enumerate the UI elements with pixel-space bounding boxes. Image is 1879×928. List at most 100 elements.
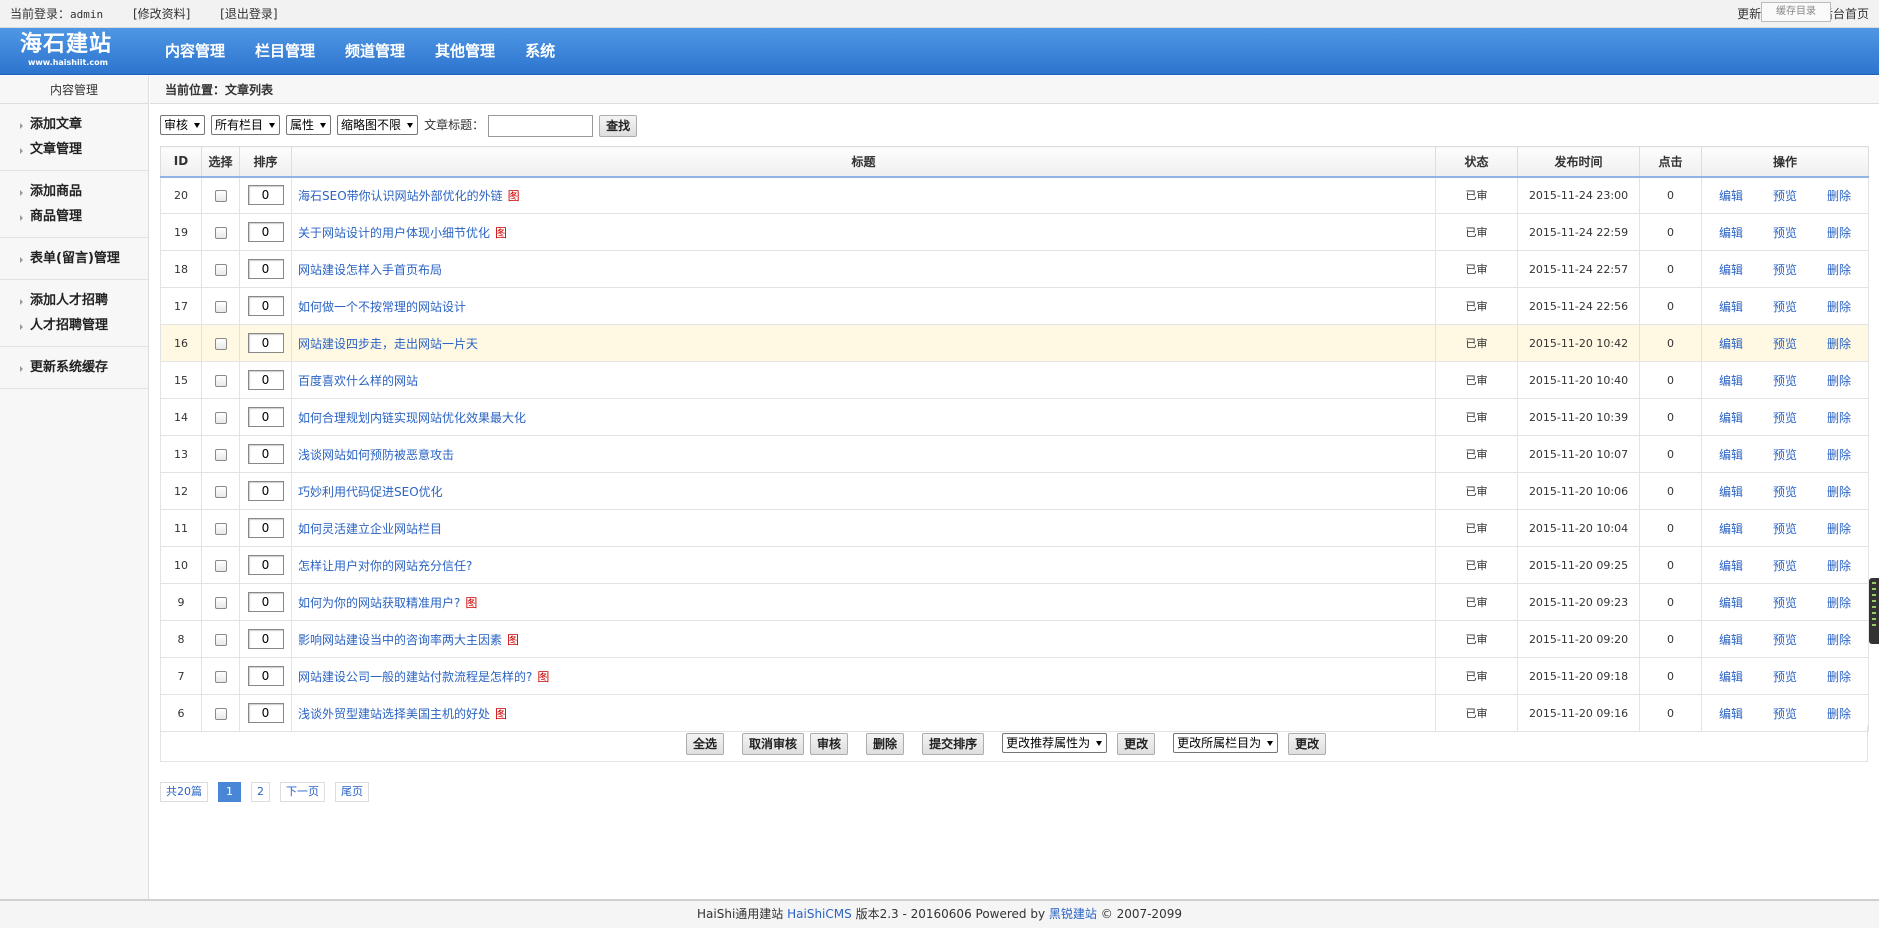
row-preview-link[interactable]: 预览 [1773, 448, 1797, 462]
row-delete-link[interactable]: 删除 [1827, 596, 1851, 610]
next-page[interactable]: 下一页 [280, 782, 325, 802]
row-preview-link[interactable]: 预览 [1773, 596, 1797, 610]
row-delete-link[interactable]: 删除 [1827, 189, 1851, 203]
row-delete-link[interactable]: 删除 [1827, 300, 1851, 314]
row-sort-input[interactable]: 0 [247, 185, 284, 206]
row-preview-link[interactable]: 预览 [1773, 559, 1797, 573]
audit-select[interactable]: 审核 [160, 115, 206, 135]
row-delete-link[interactable]: 删除 [1827, 633, 1851, 647]
row-checkbox[interactable] [214, 707, 227, 720]
row-sort-input[interactable]: 0 [247, 333, 284, 353]
row-preview-link[interactable]: 预览 [1773, 411, 1797, 425]
row-preview-link[interactable]: 预览 [1773, 633, 1797, 647]
row-sort-input[interactable]: 0 [247, 703, 284, 723]
row-delete-link[interactable]: 删除 [1827, 485, 1851, 499]
title-search-input[interactable] [488, 115, 594, 137]
row-preview-link[interactable]: 预览 [1773, 263, 1797, 277]
row-checkbox[interactable] [214, 337, 227, 350]
row-edit-link[interactable]: 编辑 [1719, 448, 1743, 462]
row-preview-link[interactable]: 预览 [1773, 226, 1797, 240]
select-all-button[interactable]: 全选 [686, 733, 725, 755]
row-delete-link[interactable]: 删除 [1827, 226, 1851, 240]
row-sort-input[interactable]: 0 [247, 592, 284, 612]
row-delete-link[interactable]: 删除 [1827, 263, 1851, 277]
sidebar-item-job-manage[interactable]: 人才招聘管理 [20, 313, 148, 338]
row-delete-link[interactable]: 删除 [1827, 522, 1851, 536]
row-delete-link[interactable]: 删除 [1827, 337, 1851, 351]
row-sort-input[interactable]: 0 [247, 259, 284, 279]
sidebar-item-article-manage[interactable]: 文章管理 [20, 137, 148, 162]
row-title-link[interactable]: 浅谈网站如何预防被恶意攻击 [298, 448, 454, 462]
row-checkbox[interactable] [214, 189, 227, 202]
row-edit-link[interactable]: 编辑 [1719, 670, 1743, 684]
row-title-link[interactable]: 关于网站设计的用户体现小细节优化 [298, 226, 490, 240]
row-checkbox[interactable] [214, 522, 227, 535]
row-sort-input[interactable]: 0 [247, 222, 284, 242]
row-title-link[interactable]: 百度喜欢什么样的网站 [298, 374, 418, 388]
row-preview-link[interactable]: 预览 [1773, 522, 1797, 536]
sidebar-item-product-manage[interactable]: 商品管理 [20, 204, 148, 229]
row-checkbox[interactable] [214, 559, 227, 572]
row-edit-link[interactable]: 编辑 [1719, 633, 1743, 647]
last-page[interactable]: 尾页 [335, 782, 369, 802]
row-title-link[interactable]: 网站建设四步走，走出网站一片天 [298, 337, 478, 351]
row-checkbox[interactable] [214, 633, 227, 646]
column-select[interactable]: 所有栏目 [211, 115, 281, 135]
row-edit-link[interactable]: 编辑 [1719, 559, 1743, 573]
logout-link[interactable]: [退出登录] [220, 7, 277, 21]
row-sort-input[interactable]: 0 [247, 296, 284, 316]
row-delete-link[interactable]: 删除 [1827, 411, 1851, 425]
row-edit-link[interactable]: 编辑 [1719, 300, 1743, 314]
row-preview-link[interactable]: 预览 [1773, 670, 1797, 684]
side-scroll-handle[interactable] [1869, 578, 1879, 644]
row-checkbox[interactable] [214, 448, 227, 461]
row-title-link[interactable]: 怎样让用户对你的网站充分信任? [298, 559, 472, 573]
row-sort-input[interactable]: 0 [247, 629, 284, 649]
row-checkbox[interactable] [214, 226, 227, 239]
change-recommend-button[interactable]: 更改 [1117, 733, 1156, 755]
nav-channels[interactable]: 频道管理 [345, 28, 405, 75]
row-sort-input[interactable]: 0 [247, 444, 284, 464]
row-checkbox[interactable] [214, 596, 227, 609]
search-button[interactable]: 查找 [599, 115, 638, 137]
row-preview-link[interactable]: 预览 [1773, 337, 1797, 351]
row-sort-input[interactable]: 0 [247, 518, 284, 538]
nav-columns[interactable]: 栏目管理 [255, 28, 315, 75]
row-edit-link[interactable]: 编辑 [1719, 485, 1743, 499]
edit-profile-link[interactable]: [修改资料] [133, 7, 190, 21]
change-column-select[interactable]: 更改所属栏目为 [1173, 733, 1279, 753]
change-column-button[interactable]: 更改 [1288, 733, 1327, 755]
row-checkbox[interactable] [214, 670, 227, 683]
row-delete-link[interactable]: 删除 [1827, 707, 1851, 721]
row-title-link[interactable]: 巧妙利用代码促进SEO优化 [298, 485, 443, 499]
row-delete-link[interactable]: 删除 [1827, 670, 1851, 684]
row-delete-link[interactable]: 删除 [1827, 448, 1851, 462]
footer-brand-link[interactable]: 黑锐建站 [1049, 907, 1097, 921]
row-checkbox[interactable] [214, 374, 227, 387]
thumbnail-select[interactable]: 缩略图不限 [337, 115, 419, 135]
row-checkbox[interactable] [214, 485, 227, 498]
sidebar-item-update-cache[interactable]: 更新系统缓存 [20, 355, 148, 380]
row-delete-link[interactable]: 删除 [1827, 559, 1851, 573]
row-edit-link[interactable]: 编辑 [1719, 337, 1743, 351]
row-checkbox[interactable] [214, 411, 227, 424]
row-edit-link[interactable]: 编辑 [1719, 411, 1743, 425]
row-edit-link[interactable]: 编辑 [1719, 226, 1743, 240]
page-2[interactable]: 2 [251, 782, 270, 802]
row-sort-input[interactable]: 0 [247, 555, 284, 575]
row-title-link[interactable]: 如何做一个不按常理的网站设计 [298, 300, 466, 314]
row-sort-input[interactable]: 0 [247, 481, 284, 501]
row-checkbox[interactable] [214, 300, 227, 313]
row-delete-link[interactable]: 删除 [1827, 374, 1851, 388]
recommend-attr-select[interactable]: 更改推荐属性为 [1002, 733, 1108, 753]
row-title-link[interactable]: 影响网站建设当中的咨询率两大主因素 [298, 633, 502, 647]
sidebar-item-add-job[interactable]: 添加人才招聘 [20, 288, 148, 313]
row-edit-link[interactable]: 编辑 [1719, 263, 1743, 277]
row-title-link[interactable]: 网站建设怎样入手首页布局 [298, 263, 442, 277]
sidebar-item-form-manage[interactable]: 表单(留言)管理 [20, 246, 148, 271]
attribute-select[interactable]: 属性 [286, 115, 332, 135]
row-preview-link[interactable]: 预览 [1773, 189, 1797, 203]
nav-other[interactable]: 其他管理 [435, 28, 495, 75]
row-sort-input[interactable]: 0 [247, 666, 284, 686]
row-title-link[interactable]: 海石SEO带你认识网站外部优化的外链 [298, 189, 503, 203]
